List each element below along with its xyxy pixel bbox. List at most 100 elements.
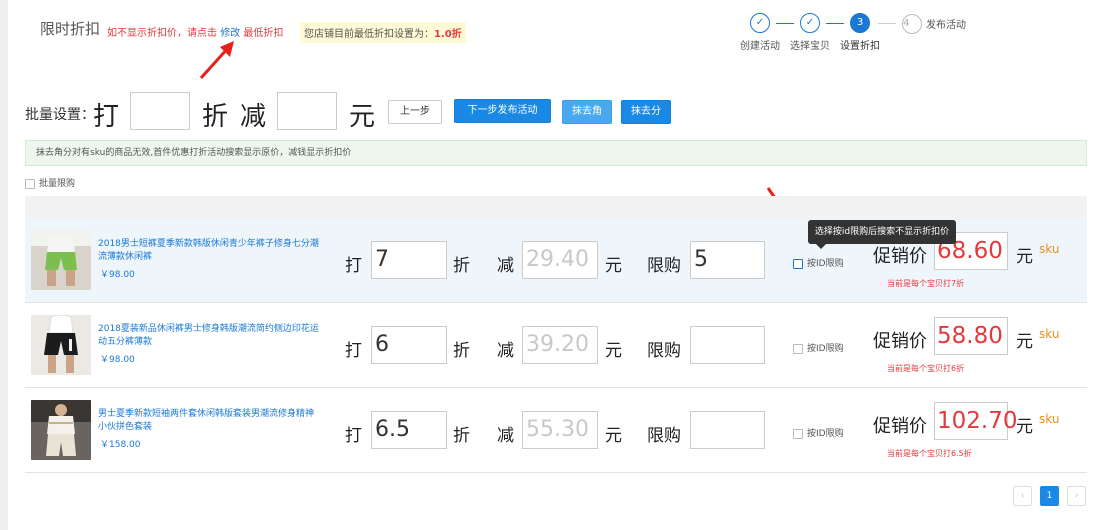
table-header bbox=[25, 196, 1087, 218]
step-done-icon: ✓ bbox=[800, 13, 820, 33]
batch-limit-checkbox[interactable] bbox=[25, 178, 35, 189]
batch-label: 批量设置： bbox=[25, 107, 95, 123]
next-publish-button[interactable]: 下一步发布活动 bbox=[454, 99, 551, 123]
batch-limit-label: 批量限购 bbox=[39, 179, 76, 189]
pager-next-button[interactable]: › bbox=[1067, 486, 1086, 506]
promo-price-value[interactable]: 58.80 bbox=[934, 317, 1008, 355]
discount-input[interactable]: 6 bbox=[371, 326, 447, 364]
reduce-input[interactable]: 55.30 bbox=[522, 411, 598, 449]
product-price: ￥98.00 bbox=[100, 355, 135, 365]
batch-da-label: 打 bbox=[93, 102, 120, 132]
batch-zhe-label: 折 bbox=[202, 102, 229, 132]
step-label: 设置折扣 bbox=[840, 41, 880, 52]
step-select-items: ✓ 选择宝贝 bbox=[782, 13, 838, 52]
discount-input[interactable]: 7 bbox=[371, 241, 447, 279]
id-limit-checkbox[interactable] bbox=[793, 258, 803, 269]
id-limit-toggle[interactable]: 按ID限购 bbox=[793, 341, 844, 354]
step-label: 创建活动 bbox=[740, 41, 780, 52]
discount-note: 当前是每个宝贝打6折 bbox=[887, 364, 965, 373]
product-thumbnail[interactable] bbox=[31, 400, 91, 460]
promo-price-label: 促销价 bbox=[873, 246, 927, 267]
batch-discount-input[interactable] bbox=[130, 92, 190, 130]
pager-page-1[interactable]: 1 bbox=[1040, 486, 1059, 506]
reduce-yuan-label: 元 bbox=[605, 341, 622, 361]
batch-limit-toggle[interactable]: 批量限购 bbox=[25, 176, 75, 189]
id-limit-checkbox[interactable] bbox=[793, 343, 803, 354]
tooltip-text: 选择按id限购后搜索不显示折扣价 bbox=[814, 227, 950, 237]
sku-link[interactable]: sku bbox=[1039, 327, 1059, 341]
step-number: 3 bbox=[850, 13, 870, 33]
sku-link[interactable]: sku bbox=[1039, 412, 1059, 426]
id-limit-label: 按ID限购 bbox=[807, 344, 844, 354]
pager-prev-button[interactable]: ‹ bbox=[1013, 486, 1032, 506]
step-publish: 4 发布活动 bbox=[902, 13, 966, 34]
reduce-jian-label: 减 bbox=[497, 341, 514, 361]
promo-price-value[interactable]: 102.70 bbox=[934, 402, 1017, 440]
id-limit-toggle[interactable]: 按ID限购 bbox=[793, 256, 844, 269]
sku-link[interactable]: sku bbox=[1039, 242, 1059, 256]
reduce-yuan-label: 元 bbox=[605, 256, 622, 276]
min-discount-info: 您店铺目前最低折扣设置为：1.0折 bbox=[300, 22, 466, 43]
discount-note: 当前是每个宝贝打7折 bbox=[887, 279, 965, 288]
discount-da-label: 打 bbox=[345, 426, 362, 446]
limit-input[interactable]: 5 bbox=[690, 241, 765, 279]
product-thumbnail[interactable] bbox=[31, 315, 91, 375]
reduce-input[interactable]: 29.40 bbox=[522, 241, 598, 279]
discount-zhe-label: 折 bbox=[453, 341, 470, 361]
step-done-icon: ✓ bbox=[750, 13, 770, 33]
product-thumbnail[interactable] bbox=[31, 230, 91, 290]
promo-yuan-label: 元 bbox=[1016, 247, 1033, 267]
promo-yuan-label: 元 bbox=[1016, 332, 1033, 352]
page-title: 限时折扣 bbox=[40, 20, 101, 38]
progress-steps: ✓ 创建活动 ✓ 选择宝贝 3 设置折扣 4 发布活动 bbox=[740, 13, 986, 53]
limit-input[interactable] bbox=[690, 326, 765, 364]
step-connector bbox=[878, 23, 896, 24]
reduce-jian-label: 减 bbox=[497, 256, 514, 276]
min-discount-info-label: 您店铺目前最低折扣设置为： bbox=[304, 29, 434, 40]
promo-yuan-label: 元 bbox=[1016, 417, 1033, 437]
id-limit-checkbox[interactable] bbox=[793, 428, 803, 439]
step-set-discount: 3 设置折扣 bbox=[832, 13, 888, 52]
limit-label: 限购 bbox=[647, 426, 681, 446]
product-name-link[interactable]: 男士夏季新款短袖两件套休闲韩版套装男潮流修身精神小伙拼色套装 bbox=[98, 408, 320, 434]
warning-suffix: 最低折扣 bbox=[243, 28, 284, 39]
limit-input[interactable] bbox=[690, 411, 765, 449]
annotation-arrow-icon bbox=[199, 41, 234, 80]
id-limit-toggle[interactable]: 按ID限购 bbox=[793, 426, 844, 439]
left-edge-bar bbox=[0, 0, 8, 530]
limit-label: 限购 bbox=[647, 341, 681, 361]
table-row: 2018夏装新品休闲裤男士修身韩版潮流简约侧边印花运动五分裤薄款 ￥98.00 … bbox=[25, 303, 1087, 388]
step-number: 4 bbox=[902, 13, 922, 34]
step-create-activity: ✓ 创建活动 bbox=[732, 13, 788, 52]
discount-da-label: 打 bbox=[345, 256, 362, 276]
reduce-yuan-label: 元 bbox=[605, 426, 622, 446]
product-price: ￥98.00 bbox=[100, 270, 135, 280]
tooltip-pointer bbox=[816, 244, 826, 249]
promo-price-label: 促销价 bbox=[873, 416, 927, 437]
batch-yuan-label: 元 bbox=[349, 102, 376, 132]
reduce-input[interactable]: 39.20 bbox=[522, 326, 598, 364]
discount-note: 当前是每个宝贝打6.5折 bbox=[887, 449, 972, 458]
prev-step-button[interactable]: 上一步 bbox=[388, 100, 442, 124]
batch-settings: 批量设置： 打 折 减 元 上一步 下一步发布活动 抹去角 抹去分 bbox=[25, 92, 725, 132]
batch-jian-label: 减 bbox=[240, 102, 267, 132]
batch-reduce-input[interactable] bbox=[277, 92, 337, 130]
product-name-link[interactable]: 2018夏装新品休闲裤男士修身韩版潮流简约侧边印花运动五分裤薄款 bbox=[98, 323, 320, 349]
round-jiao-button[interactable]: 抹去角 bbox=[562, 100, 612, 124]
reduce-jian-label: 减 bbox=[497, 426, 514, 446]
table-row: 男士夏季新款短袖两件套休闲韩版套装男潮流修身精神小伙拼色套装 ￥158.00 打… bbox=[25, 388, 1087, 473]
discount-input[interactable]: 6.5 bbox=[371, 411, 447, 449]
min-discount-value: 1.0折 bbox=[434, 29, 462, 40]
step-label: 发布活动 bbox=[926, 20, 966, 31]
min-discount-warning: 如不显示折扣价，请点击 修改 最低折扣 bbox=[107, 24, 283, 39]
product-name-link[interactable]: 2018男士短裤夏季新款韩版休闲青少年裤子修身七分潮流薄款休闲裤 bbox=[98, 238, 320, 264]
id-limit-label: 按ID限购 bbox=[807, 259, 844, 269]
notice-banner: 抹去角分对有sku的商品无效,首件优惠打折活动搜索显示原价，减钱显示折扣价 bbox=[25, 140, 1087, 166]
discount-zhe-label: 折 bbox=[453, 256, 470, 276]
id-limit-tooltip: 选择按id限购后搜索不显示折扣价 bbox=[808, 220, 956, 249]
discount-da-label: 打 bbox=[345, 341, 362, 361]
promo-price-label: 促销价 bbox=[873, 331, 927, 352]
discount-zhe-label: 折 bbox=[453, 426, 470, 446]
id-limit-label: 按ID限购 bbox=[807, 429, 844, 439]
round-fen-button[interactable]: 抹去分 bbox=[621, 100, 671, 124]
